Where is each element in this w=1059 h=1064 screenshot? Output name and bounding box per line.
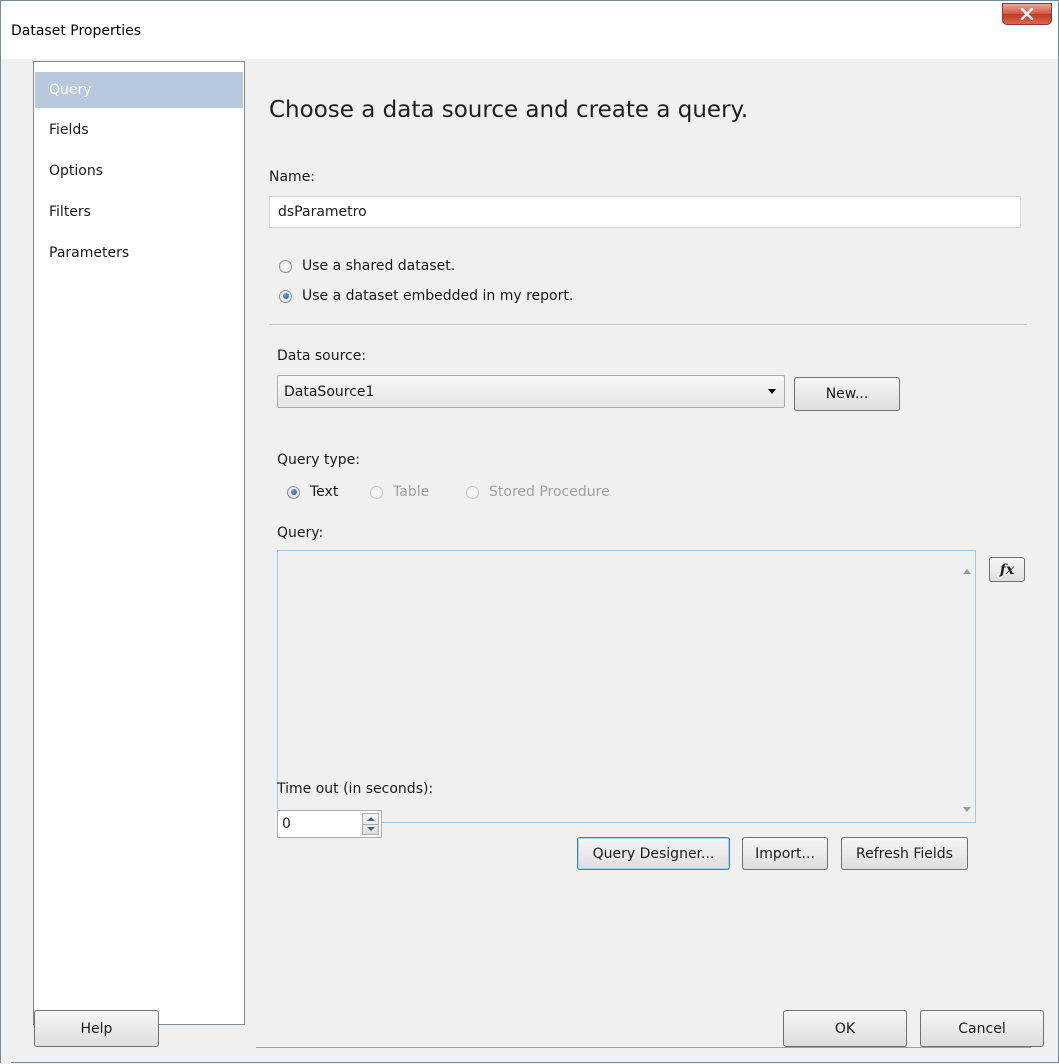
sidebar-item-label: Parameters — [49, 245, 130, 261]
scroll-down-icon[interactable] — [963, 807, 971, 812]
query-designer-button[interactable]: Query Designer... — [577, 837, 730, 870]
title-bar: Dataset Properties — [1, 1, 1058, 59]
window-title: Dataset Properties — [11, 23, 142, 39]
timeout-spin-buttons[interactable] — [362, 813, 379, 835]
section-divider — [269, 324, 1027, 325]
query-type-text-option[interactable]: Text — [287, 484, 338, 500]
data-source-label: Data source: — [277, 348, 367, 364]
sidebar-item-fields[interactable]: Fields — [35, 112, 243, 148]
sidebar-item-filters[interactable]: Filters — [35, 194, 243, 230]
query-type-table-option: Table — [370, 484, 429, 500]
expression-button[interactable]: fx — [989, 557, 1025, 582]
query-type-label: Query type: — [277, 452, 360, 468]
query-scrollbar[interactable] — [958, 551, 975, 822]
sidebar-item-label: Options — [49, 163, 104, 179]
sidebar-item-label: Fields — [49, 122, 89, 138]
fx-icon: fx — [999, 561, 1015, 578]
timeout-value: 0 — [282, 816, 291, 832]
timeout-stepper[interactable]: 0 — [277, 810, 382, 838]
query-type-text-radio[interactable] — [287, 485, 300, 499]
sidebar-item-parameters[interactable]: Parameters — [35, 235, 243, 271]
sidebar-item-query[interactable]: Query — [35, 72, 243, 108]
sidebar-item-label: Query — [49, 82, 92, 98]
query-type-table-radio — [370, 485, 383, 499]
shared-dataset-option[interactable]: Use a shared dataset. — [279, 258, 455, 274]
dataset-properties-dialog: Dataset Properties Query Fields Options … — [0, 0, 1059, 1064]
footer-divider — [256, 1047, 1031, 1048]
spin-divider — [363, 824, 378, 825]
sidebar-item-options[interactable]: Options — [35, 153, 243, 189]
spin-up-icon[interactable] — [367, 817, 375, 821]
cancel-button[interactable]: Cancel — [920, 1010, 1044, 1047]
shared-dataset-label: Use a shared dataset. — [302, 258, 456, 274]
close-icon — [1020, 8, 1034, 20]
name-label: Name: — [269, 169, 316, 185]
ok-button[interactable]: OK — [783, 1010, 907, 1047]
query-type-table-label: Table — [393, 484, 430, 500]
window-left-edge — [1, 59, 11, 1064]
page-title: Choose a data source and create a query. — [269, 97, 749, 123]
query-type-stored-procedure-option: Stored Procedure — [466, 484, 610, 500]
query-type-stored-procedure-radio — [466, 485, 479, 499]
import-button[interactable]: Import... — [742, 837, 828, 870]
embedded-dataset-option[interactable]: Use a dataset embedded in my report. — [279, 288, 573, 304]
scroll-up-icon[interactable] — [963, 569, 971, 574]
new-data-source-button[interactable]: New... — [794, 377, 900, 411]
timeout-label: Time out (in seconds): — [277, 781, 434, 797]
sidebar-item-label: Filters — [49, 204, 91, 220]
sidebar: Query Fields Options Filters Parameters — [33, 61, 245, 1025]
query-type-stored-procedure-label: Stored Procedure — [489, 484, 610, 500]
shared-dataset-radio[interactable] — [279, 259, 292, 273]
name-field[interactable] — [269, 196, 1021, 228]
query-type-text-label: Text — [310, 484, 339, 500]
query-label: Query: — [277, 525, 324, 541]
help-button[interactable]: Help — [34, 1010, 159, 1047]
embedded-dataset-label: Use a dataset embedded in my report. — [302, 288, 574, 304]
chevron-down-icon — [768, 389, 776, 394]
embedded-dataset-radio[interactable] — [279, 289, 292, 303]
refresh-fields-button[interactable]: Refresh Fields — [841, 837, 968, 870]
data-source-dropdown[interactable]: DataSource1 — [277, 375, 785, 408]
close-button[interactable] — [1002, 3, 1052, 25]
spin-down-icon[interactable] — [367, 827, 375, 831]
data-source-value: DataSource1 — [284, 384, 375, 400]
